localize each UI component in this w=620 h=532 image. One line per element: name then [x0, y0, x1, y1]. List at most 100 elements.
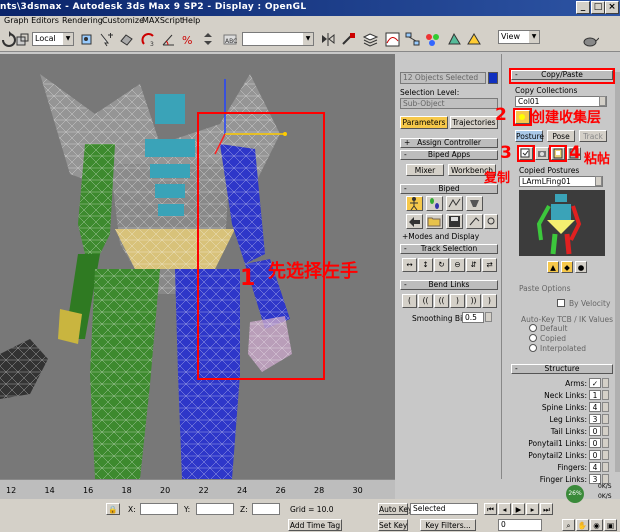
smooth-twist-icon[interactable]: ): [450, 294, 465, 308]
named-selection-dropdown[interactable]: ▼: [242, 32, 314, 46]
go-to-start-icon[interactable]: ⏮: [484, 503, 497, 515]
lock-selection-icon[interactable]: 🔒: [106, 503, 120, 515]
curve-editor-icon[interactable]: [384, 31, 401, 48]
zoom-icon[interactable]: ⌕: [562, 519, 575, 531]
structure-value[interactable]: 0: [589, 450, 601, 460]
key-filters-button[interactable]: Key Filters...: [420, 519, 476, 531]
y-coordinate-input[interactable]: [196, 503, 234, 515]
twist-individual-icon[interactable]: ((: [434, 294, 449, 308]
no-snapshot-icon[interactable]: ●: [575, 261, 587, 273]
radio-copied[interactable]: [529, 334, 537, 342]
structure-spinner[interactable]: [602, 450, 609, 460]
maximize-viewport-icon[interactable]: ▣: [604, 519, 617, 531]
structure-value[interactable]: 4: [589, 462, 601, 472]
figure-mode-icon[interactable]: [406, 196, 423, 211]
sub-object-dropdown[interactable]: Sub-Object: [400, 98, 498, 109]
menu-rendering[interactable]: Rendering: [62, 16, 103, 25]
mixer-mode-icon[interactable]: [466, 196, 483, 211]
panel-scrollbar[interactable]: [615, 72, 620, 472]
scale-icon[interactable]: [14, 31, 31, 48]
maximize-button[interactable]: □: [591, 1, 605, 14]
structure-spinner[interactable]: [602, 426, 609, 436]
smoothing-bias-spinner[interactable]: [485, 312, 492, 322]
edit-named-selection-icon[interactable]: ABC: [222, 31, 239, 48]
save-file-icon[interactable]: [446, 214, 463, 229]
opposite-icon[interactable]: ⇄: [482, 258, 497, 272]
tab-trajectories[interactable]: Trajectories: [450, 116, 498, 129]
symmetrical-icon[interactable]: ⇵: [466, 258, 481, 272]
structure-value[interactable]: 0: [589, 438, 601, 448]
twist-links-mode-icon[interactable]: ((: [418, 294, 433, 308]
rollout-structure[interactable]: - Structure: [511, 364, 613, 374]
body-vertical-icon[interactable]: ↕: [418, 258, 433, 272]
x-coordinate-input[interactable]: [140, 503, 178, 515]
quick-render-icon[interactable]: [466, 31, 483, 48]
structure-value[interactable]: 0: [589, 426, 601, 436]
menu-customize[interactable]: Customize: [102, 16, 144, 25]
auto-snapshot-icon[interactable]: ◆: [561, 261, 573, 273]
structure-value[interactable]: 4: [589, 402, 601, 412]
menu-help[interactable]: Help: [182, 16, 200, 25]
motion-flow-icon[interactable]: [446, 196, 463, 211]
collection-name-dropdown[interactable]: Col01: [515, 96, 607, 107]
mixer-button[interactable]: Mixer: [406, 164, 444, 176]
prev-frame-icon[interactable]: ◂: [498, 503, 511, 515]
render-scene-icon[interactable]: [446, 31, 463, 48]
perspective-viewport[interactable]: 1 先选择左手: [0, 54, 395, 479]
set-key-button[interactable]: Set Key: [378, 519, 408, 531]
by-velocity-checkbox[interactable]: [557, 299, 565, 307]
zero-all-icon[interactable]: ): [482, 294, 497, 308]
structure-spinner[interactable]: [602, 438, 609, 448]
menu-maxscript[interactable]: MAXScript: [142, 16, 183, 25]
posture-name-dropdown[interactable]: LArmLFing01: [519, 176, 603, 187]
view-dropdown[interactable]: View ▼: [498, 30, 540, 44]
material-editor-icon[interactable]: [424, 31, 441, 48]
angle-snap-icon[interactable]: [160, 31, 177, 48]
chevron-down-icon[interactable]: [599, 96, 606, 106]
orbit-icon[interactable]: ◉: [590, 519, 603, 531]
structure-spinner[interactable]: [602, 390, 609, 400]
keyboard-shortcut-icon[interactable]: [118, 31, 135, 48]
structure-spinner[interactable]: [602, 402, 609, 412]
body-horizontal-icon[interactable]: ↔: [402, 258, 417, 272]
color-swatch[interactable]: [488, 72, 498, 84]
radio-interpolated[interactable]: [529, 344, 537, 352]
structure-value[interactable]: ✓: [589, 378, 601, 388]
radio-default[interactable]: [529, 324, 537, 332]
structure-value[interactable]: 3: [589, 414, 601, 424]
smoothing-bias-input[interactable]: 0.5: [462, 312, 484, 323]
convert-icon[interactable]: [466, 214, 483, 229]
tab-parameters[interactable]: Parameters: [400, 116, 448, 129]
lock-cob-icon[interactable]: ⊖: [450, 258, 465, 272]
rollout-bend-links[interactable]: - Bend Links: [400, 280, 498, 290]
move-all-mode-icon[interactable]: [484, 214, 498, 229]
structure-spinner[interactable]: [602, 378, 609, 388]
tab-pose[interactable]: Pose: [547, 130, 575, 142]
minimize-button[interactable]: _: [576, 1, 590, 14]
next-frame-icon[interactable]: ▸: [526, 503, 539, 515]
folder-icon[interactable]: [426, 214, 443, 229]
mirror-icon[interactable]: [320, 31, 337, 48]
structure-value[interactable]: 1: [589, 390, 601, 400]
current-frame-input[interactable]: 0: [498, 519, 542, 531]
zero-twist-icon[interactable]: )): [466, 294, 481, 308]
auto-key-button[interactable]: Auto Key: [378, 503, 412, 515]
timeline[interactable]: 12 14 16 18 20 22 24 26 28 30: [0, 479, 395, 499]
load-file-icon[interactable]: [406, 214, 423, 229]
modes-display-rollout[interactable]: +Modes and Display: [402, 232, 479, 241]
z-coordinate-input[interactable]: [252, 503, 280, 515]
capture-snapshot-icon[interactable]: ▲: [547, 261, 559, 273]
align-icon[interactable]: [340, 31, 357, 48]
teapot-icon[interactable]: [582, 31, 600, 48]
structure-spinner[interactable]: [602, 462, 609, 472]
schematic-view-icon[interactable]: [404, 31, 421, 48]
copy-snapshot-icon[interactable]: [535, 147, 549, 160]
tab-track[interactable]: Track: [579, 130, 607, 142]
percent-snap-icon[interactable]: %: [180, 31, 197, 48]
rollout-biped-apps[interactable]: - Biped Apps: [400, 150, 498, 160]
menu-graph-editors[interactable]: Graph Editors: [4, 16, 59, 25]
bend-links-mode-icon[interactable]: (: [402, 294, 417, 308]
select-manipulate-icon[interactable]: [98, 31, 115, 48]
rollout-track-selection[interactable]: - Track Selection: [400, 244, 498, 254]
layer-manager-icon[interactable]: [362, 31, 379, 48]
